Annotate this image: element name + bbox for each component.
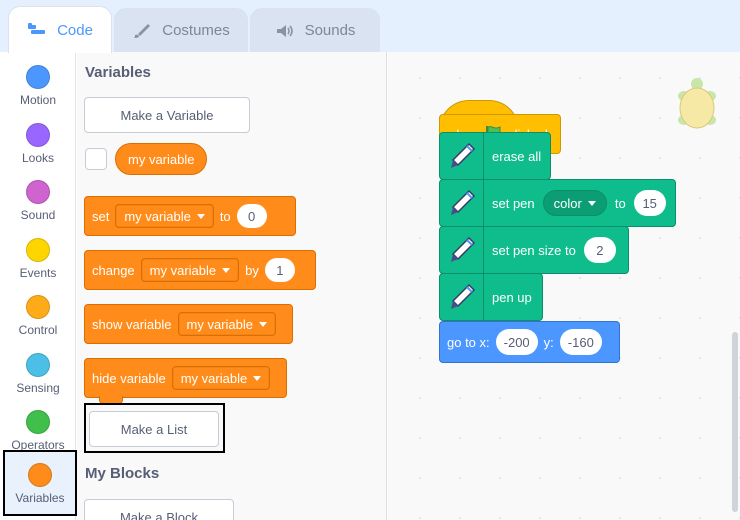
tab-costumes[interactable]: Costumes xyxy=(114,8,248,52)
pen-icon xyxy=(450,236,475,262)
operators-category-icon xyxy=(26,410,50,434)
variable-dropdown[interactable]: my variable xyxy=(140,258,240,282)
value-input[interactable]: 15 xyxy=(633,190,666,216)
show-variable-block[interactable]: show variable my variable xyxy=(84,304,293,344)
block-label: set pen xyxy=(492,195,535,211)
pen-icon xyxy=(450,189,475,215)
category-label: Sound xyxy=(20,208,56,222)
block-label: hide variable xyxy=(92,370,166,386)
workspace-scrollbar[interactable] xyxy=(732,332,738,512)
chevron-down-icon xyxy=(253,375,262,381)
tab-code[interactable]: Code xyxy=(8,6,112,53)
tab-sounds-label: Sounds xyxy=(304,22,356,39)
block-label: set pen size to xyxy=(492,242,576,258)
looks-category-icon xyxy=(26,123,50,147)
dropdown-value: color xyxy=(553,195,582,211)
make-block-button[interactable]: Make a Block xyxy=(84,499,234,520)
category-variables[interactable]: Variables xyxy=(3,450,77,516)
category-sensing[interactable]: Sensing xyxy=(0,346,76,402)
block-label: show variable xyxy=(92,316,172,332)
chevron-down-icon xyxy=(258,321,267,327)
block-label: erase all xyxy=(492,148,542,164)
set-pen-size-block[interactable]: set pen size to 2 xyxy=(439,226,629,274)
category-label: Events xyxy=(19,266,57,280)
make-variable-button[interactable]: Make a Variable xyxy=(84,97,250,133)
block-label: go to x: xyxy=(447,334,490,350)
code-icon xyxy=(28,23,46,34)
sound-category-icon xyxy=(26,180,50,204)
tab-bar: Code Costumes Sounds xyxy=(0,0,740,53)
go-to-xy-block[interactable]: go to x: -200 y: -160 xyxy=(439,321,620,363)
block-label: to xyxy=(614,195,626,211)
chevron-down-icon xyxy=(587,200,596,206)
variable-monitor-checkbox[interactable] xyxy=(85,148,107,170)
category-label: Sensing xyxy=(16,381,60,395)
category-label: Variables xyxy=(15,491,65,505)
block-label: by xyxy=(245,262,259,278)
events-category-icon xyxy=(26,238,50,262)
change-variable-block[interactable]: change my variable by 1 xyxy=(84,250,316,290)
category-motion[interactable]: Motion xyxy=(0,58,76,114)
category-sound[interactable]: Sound xyxy=(0,173,76,229)
dropdown-value: my variable xyxy=(124,208,191,224)
pen-icon-container xyxy=(440,227,484,273)
category-events[interactable]: Events xyxy=(0,231,76,287)
variables-category-icon xyxy=(28,463,52,487)
dropdown-value: my variable xyxy=(186,316,253,332)
chevron-down-icon xyxy=(196,213,205,219)
category-label: Control xyxy=(18,323,58,337)
control-category-icon xyxy=(26,295,50,319)
tab-costumes-label: Costumes xyxy=(162,22,230,39)
variable-dropdown[interactable]: my variable xyxy=(177,312,276,336)
block-label: pen up xyxy=(492,289,532,305)
block-label: to xyxy=(219,208,231,224)
y-input[interactable]: -160 xyxy=(559,329,602,355)
sensing-category-icon xyxy=(26,353,50,377)
value-input[interactable]: 1 xyxy=(264,258,295,282)
block-palette: Variables Make a Variable my variable se… xyxy=(77,52,387,520)
pen-icon xyxy=(450,142,475,168)
set-pen-color-block[interactable]: set pen color to 15 xyxy=(439,179,676,227)
my-variable-reporter[interactable]: my variable xyxy=(115,143,208,175)
block-label: set xyxy=(92,208,110,224)
chevron-down-icon xyxy=(222,267,231,273)
hide-variable-block[interactable]: hide variable my variable xyxy=(84,358,287,404)
pen-icon xyxy=(450,283,475,309)
category-label: Looks xyxy=(21,151,55,165)
pen-param-dropdown[interactable]: color xyxy=(542,190,607,216)
pen-icon-container xyxy=(440,274,484,320)
erase-all-block[interactable]: erase all xyxy=(439,132,551,180)
block-label: y: xyxy=(543,334,554,350)
script-workspace[interactable]: when clicked erase all xyxy=(388,52,740,520)
pen-up-block[interactable]: pen up xyxy=(439,273,543,321)
category-label: Motion xyxy=(19,93,57,107)
motion-category-icon xyxy=(26,65,50,89)
set-variable-block[interactable]: set my variable to 0 xyxy=(84,196,296,236)
pen-icon-container xyxy=(440,180,484,226)
category-control[interactable]: Control xyxy=(0,288,76,344)
value-input[interactable]: 0 xyxy=(236,204,267,228)
dropdown-value: my variable xyxy=(180,370,248,386)
scratch-editor: Code Costumes Sounds Motion Looks Sound … xyxy=(0,0,740,520)
brush-icon xyxy=(134,23,151,38)
make-list-button[interactable]: Make a List xyxy=(89,411,219,447)
category-menu: Motion Looks Sound Events Control Sensin… xyxy=(0,52,77,520)
variable-dropdown[interactable]: my variable xyxy=(115,204,214,228)
block-label: change xyxy=(92,262,135,278)
variables-section-title: Variables xyxy=(85,64,151,81)
value-input[interactable]: 2 xyxy=(583,237,616,263)
pen-icon-container xyxy=(440,133,484,179)
variable-dropdown[interactable]: my variable xyxy=(171,366,271,390)
tab-sounds[interactable]: Sounds xyxy=(250,8,380,52)
x-input[interactable]: -200 xyxy=(495,329,538,355)
dropdown-value: my variable xyxy=(149,262,217,278)
tab-code-label: Code xyxy=(57,21,93,39)
turtle-sprite-icon xyxy=(678,78,716,129)
category-looks[interactable]: Looks xyxy=(0,116,76,172)
speaker-icon xyxy=(276,24,293,37)
my-blocks-section-title: My Blocks xyxy=(85,465,160,482)
